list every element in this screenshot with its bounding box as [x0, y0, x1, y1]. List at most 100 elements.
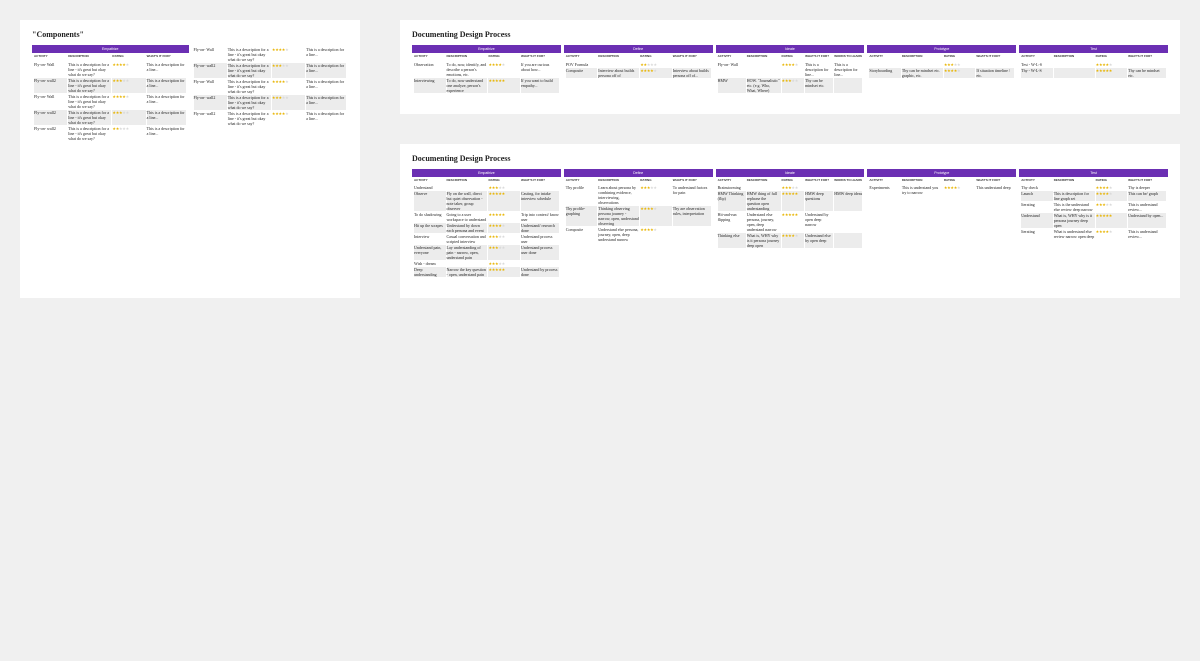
- column-header: RATING: [944, 55, 976, 61]
- section-header: Ideate: [716, 169, 865, 177]
- table: ACTIVITYDESCRIPTIONRATINGWHAT'S IT FOR?F…: [32, 53, 189, 144]
- rating-cell: ★★★★★: [1096, 68, 1128, 78]
- column-header: WHAT'S IT FOR?: [976, 179, 1014, 185]
- cell: Fly-on- Wall: [718, 62, 746, 77]
- rating-cell: ★★★★★: [272, 95, 305, 110]
- section: PrototypeACTIVITYDESCRIPTIONRATINGWHAT'S…: [867, 169, 1016, 199]
- table: ACTIVITYDESCRIPTIONRATINGWHAT'S IT FOR?O…: [412, 53, 561, 96]
- rating-cell: ★★★★★: [944, 185, 976, 195]
- rating-cell: ★★★★★: [782, 185, 805, 190]
- column-header: RATING: [782, 179, 805, 185]
- cell: [1054, 62, 1095, 67]
- cell: If situation timeline / etc.: [976, 68, 1014, 78]
- column-header: ACTIVITY: [869, 55, 901, 61]
- rating-cell: ★★★★★: [272, 79, 305, 94]
- sections-row: EmpathizeACTIVITYDESCRIPTIONRATINGWHAT'S…: [32, 45, 348, 144]
- column-header: ACTIVITY: [1021, 179, 1053, 185]
- column-header: RATING: [782, 55, 805, 61]
- column-header: RATING: [944, 179, 976, 185]
- cell: [1128, 62, 1166, 67]
- column-header: DESCRIPTION: [598, 55, 639, 61]
- cell: To do, now, identify, and describe a per…: [447, 62, 488, 77]
- column-header: RATING: [488, 179, 520, 185]
- cell: Understand: [414, 185, 446, 190]
- cell: Fly-on- Wall: [34, 62, 67, 77]
- cell: [598, 62, 639, 67]
- rating-cell: ★★★★★: [782, 191, 805, 211]
- rating-cell: ★★★★★: [112, 78, 145, 93]
- section-header: Prototype: [867, 45, 1016, 53]
- cell: This is a description for a line - it's …: [228, 111, 271, 126]
- cell: This is a description for a line...: [147, 94, 187, 109]
- cell: Thy can be mindset etc. graphic, etc.: [902, 68, 943, 78]
- cell: Understand else by open deep: [805, 233, 833, 248]
- panel: "Components" EmpathizeACTIVITYDESCRIPTION…: [20, 20, 360, 298]
- cell: HMW deep questions: [805, 191, 833, 211]
- cell: Interviewing: [414, 78, 446, 93]
- cell: Understand pain, everyone: [414, 245, 446, 260]
- rating-cell: ★★★★★: [1096, 202, 1128, 212]
- section: DefineACTIVITYDESCRIPTIONRATINGWHAT'S IT…: [564, 45, 713, 81]
- cell: [1054, 185, 1095, 190]
- rating-cell: ★★★★★: [1096, 229, 1128, 239]
- cell: [834, 212, 862, 232]
- cell: This is understand review...: [1128, 229, 1166, 239]
- column-header: RATING: [640, 55, 672, 61]
- rating-cell: ★★★★★: [1096, 191, 1128, 201]
- table: ACTIVITYDESCRIPTIONRATINGWHAT'S IT FOR?W…: [716, 177, 865, 252]
- section-header: Test: [1019, 45, 1168, 53]
- cell: This is a description for a line - it's …: [228, 95, 271, 110]
- cell: Observe: [414, 191, 446, 211]
- cell: Thy are observation rules, interpretatio…: [673, 206, 711, 226]
- cell: Understand process user: [521, 234, 559, 244]
- cell: [834, 78, 862, 93]
- column-header: DESCRIPTION: [1054, 179, 1095, 185]
- panel-title: Documenting Design Process: [412, 154, 1168, 163]
- section-header: Ideate: [716, 45, 865, 53]
- table: Fly-on- WallThis is a description for a …: [192, 45, 349, 129]
- cell: This is understand you try to narrow: [902, 185, 943, 195]
- rating-cell: ★★★★★: [488, 234, 520, 244]
- column-header: RATING: [1096, 55, 1128, 61]
- cell: Composite: [566, 68, 598, 78]
- cell: Hit-and-run flipping: [718, 212, 746, 232]
- cell: This is a description for a line...: [306, 47, 346, 62]
- rating-cell: ★★★★★: [112, 126, 145, 141]
- column-header: WHAT'S IT FOR?: [521, 179, 559, 185]
- cell: Fly-on- wall2: [34, 110, 67, 125]
- cell: [673, 62, 711, 67]
- cell: Trip into context/ know user: [521, 212, 559, 222]
- cell: [521, 185, 559, 190]
- cell: Understand: [1021, 213, 1053, 228]
- column-header: RATING: [112, 55, 145, 61]
- cell: Iterating: [1021, 202, 1053, 212]
- cell: Going to a user workspace to understand: [447, 212, 488, 222]
- cell: This is a description for a line - it's …: [68, 126, 111, 141]
- cell: This is a description for a line...: [147, 78, 187, 93]
- cell: This is a description for a line...: [306, 63, 346, 78]
- column-header: RATING: [1096, 179, 1128, 185]
- rating-cell: ★★★★★: [488, 223, 520, 233]
- cell: Interview: [414, 234, 446, 244]
- cell: HMW deep ideas: [834, 191, 862, 211]
- cell: Lay understanding of pain - narrow, open…: [447, 245, 488, 260]
- column-header: WHAT'S IT FOR?: [805, 179, 833, 185]
- panel-title: "Components": [32, 30, 348, 39]
- cell: Storyboarding: [869, 68, 901, 78]
- rating-cell: ★★★★★: [112, 94, 145, 109]
- column-header: WHAT'S IT FOR?: [521, 55, 559, 61]
- cell: Test - W-L-S: [1021, 62, 1053, 67]
- rating-cell: ★★★★★: [782, 78, 805, 93]
- cell: Understand by down each persona and even…: [447, 223, 488, 233]
- column-header: DESCRIPTION: [447, 55, 488, 61]
- table: ACTIVITYDESCRIPTIONRATINGWHAT'S IT FOR?★…: [867, 53, 1016, 81]
- column-header: RATING: [488, 55, 520, 61]
- rating-cell: ★★★★★: [272, 111, 305, 126]
- rating-cell: ★★★★★: [488, 261, 520, 266]
- cell: This can be/ graph: [1128, 191, 1166, 201]
- cell: Thy profile-graphing: [566, 206, 598, 226]
- cell: This is a description for a line...: [147, 110, 187, 125]
- cell: Thinking observing persona journey - nar…: [598, 206, 639, 226]
- rating-cell: ★★★★★: [1096, 185, 1128, 190]
- cell: Thy - W-L-S: [1021, 68, 1053, 78]
